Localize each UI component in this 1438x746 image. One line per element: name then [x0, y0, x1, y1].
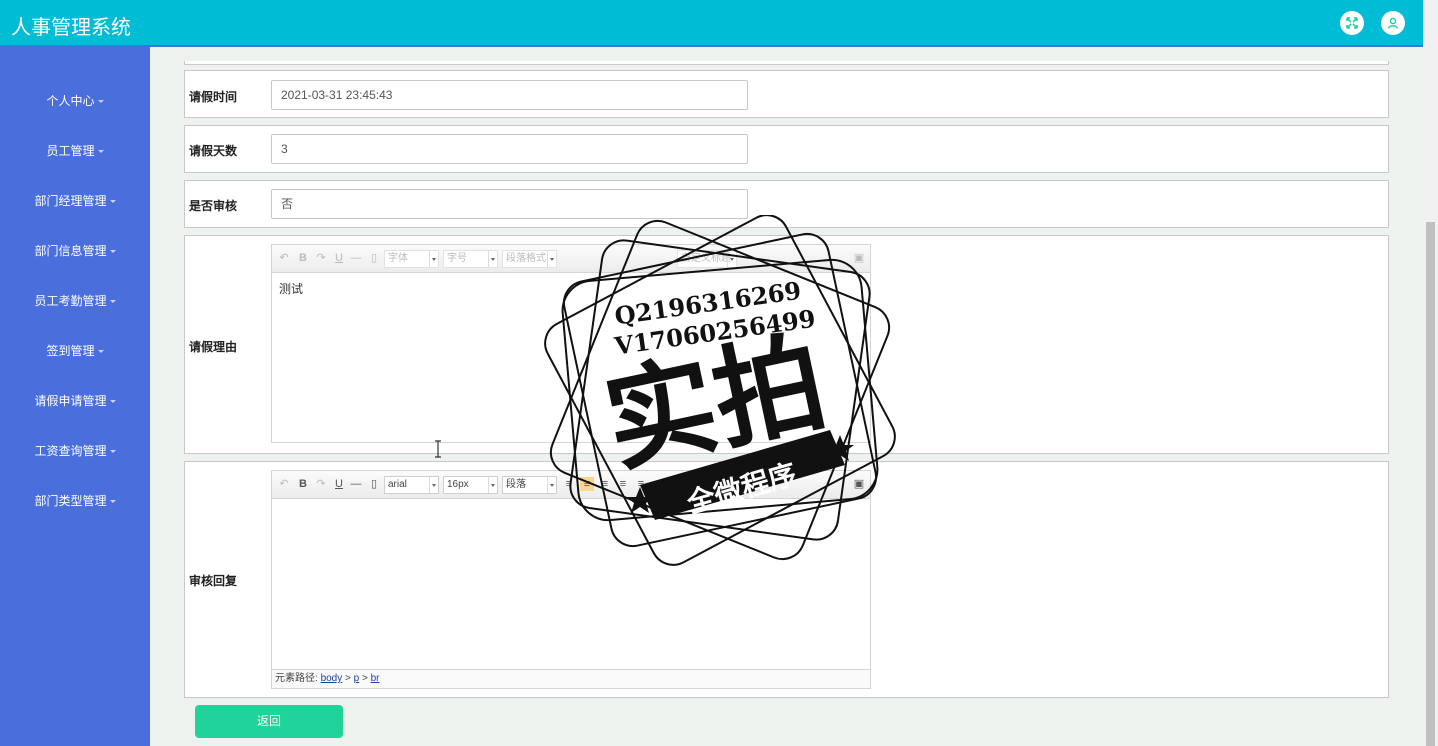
sidebar-item-personal-center[interactable]: 个人中心	[0, 92, 150, 109]
bold-icon[interactable]: B	[296, 251, 310, 265]
editor-toolbar: ↶ B ↷ U — ▯ arial 16px 段落 ≡ ≡ ≡ ≡ ≡ ▣	[272, 471, 870, 499]
sidebar-item-label: 工资查询管理	[34, 444, 107, 458]
sidebar-item-dept-manager[interactable]: 部门经理管理	[0, 192, 150, 209]
custom-title-value: 自定义标题	[681, 253, 731, 264]
reason-content[interactable]: 测试	[272, 273, 870, 304]
fullscreen-icon[interactable]	[1340, 11, 1364, 35]
horizontal-rule-icon[interactable]: —	[349, 251, 363, 265]
paragraph-select-value: 段落	[506, 479, 526, 490]
sidebar-item-leave[interactable]: 请假申请管理	[0, 392, 150, 409]
paragraph-select[interactable]: 段落格式	[502, 250, 557, 268]
user-icon[interactable]	[1381, 11, 1405, 35]
top-header: 人事管理系统	[0, 0, 1423, 47]
form-row-reviewed: 是否审核 否	[184, 180, 1389, 228]
clear-format-icon[interactable]: ▯	[367, 477, 381, 491]
underline-icon[interactable]: U	[332, 477, 346, 491]
sidebar-item-checkin[interactable]: 签到管理	[0, 342, 150, 359]
sidebar-item-label: 部门信息管理	[34, 244, 107, 258]
path-link-p[interactable]: p	[354, 673, 360, 684]
size-select[interactable]: 16px	[443, 476, 498, 494]
sidebar: 个人中心 员工管理 部门经理管理 部门信息管理 员工考勤管理 签到管理 请假申请…	[0, 47, 150, 746]
sidebar-item-attendance[interactable]: 员工考勤管理	[0, 292, 150, 309]
caret-down-icon	[109, 450, 116, 454]
sidebar-item-employee[interactable]: 员工管理	[0, 142, 150, 159]
caret-down-icon	[109, 300, 116, 304]
undo-icon[interactable]: ↶	[277, 251, 291, 265]
reason-editor[interactable]: ↶ B ↷ U — ▯ 字体 字号 段落格式 自定义标题 ▣ 测试	[271, 244, 871, 443]
sidebar-item-dept-info[interactable]: 部门信息管理	[0, 242, 150, 259]
path-link-body[interactable]: body	[321, 673, 343, 684]
editor-toolbar: ↶ B ↷ U — ▯ 字体 字号 段落格式 自定义标题 ▣	[272, 245, 870, 273]
field-label: 请假时间	[189, 90, 238, 104]
preview-icon[interactable]: ▣	[852, 477, 866, 491]
caret-down-icon	[97, 100, 104, 104]
sidebar-item-label: 员工考勤管理	[34, 294, 107, 308]
align-justify-icon[interactable]: ≡	[562, 477, 576, 491]
undo-icon[interactable]: ↶	[277, 477, 291, 491]
text-cursor-icon	[435, 440, 441, 458]
leave-days-field[interactable]: 3	[271, 134, 748, 164]
page-scrollbar[interactable]	[1423, 0, 1438, 746]
caret-down-icon	[109, 400, 116, 404]
paragraph-select[interactable]: 段落	[502, 476, 557, 494]
size-select-value: 16px	[447, 479, 469, 490]
form-row-reply: 审核回复 ↶ B ↷ U — ▯ arial 16px 段落 ≡ ≡ ≡ ≡ ≡…	[184, 461, 1389, 698]
sidebar-item-label: 请假申请管理	[34, 394, 107, 408]
reply-editor[interactable]: ↶ B ↷ U — ▯ arial 16px 段落 ≡ ≡ ≡ ≡ ≡ ▣ 元素…	[271, 470, 871, 689]
reply-content[interactable]	[272, 499, 870, 513]
sidebar-item-salary[interactable]: 工资查询管理	[0, 442, 150, 459]
app-title: 人事管理系统	[11, 15, 131, 39]
main-content: 请假时间 2021-03-31 23:45:43 请假天数 3 是否审核 否 请…	[150, 47, 1423, 746]
size-select-value: 字号	[447, 253, 467, 264]
preview-icon[interactable]: ▣	[852, 251, 866, 265]
caret-down-icon	[109, 250, 116, 254]
path-link-br[interactable]: br	[371, 673, 380, 684]
back-button[interactable]: 返回	[195, 705, 343, 738]
font-select[interactable]: arial	[384, 476, 439, 494]
align-right-icon[interactable]: ≡	[598, 477, 612, 491]
horizontal-rule-icon[interactable]: —	[349, 477, 363, 491]
sidebar-item-label: 部门类型管理	[34, 494, 107, 508]
form-row-reason: 请假理由 ↶ B ↷ U — ▯ 字体 字号 段落格式 自定义标题 ▣ 测试	[184, 235, 1389, 454]
reviewed-field[interactable]: 否	[271, 189, 748, 219]
form-row-leave-days: 请假天数 3	[184, 125, 1389, 173]
underline-icon[interactable]: U	[332, 251, 346, 265]
size-select[interactable]: 字号	[443, 250, 498, 268]
font-select-value: 字体	[388, 253, 408, 264]
sidebar-item-label: 签到管理	[46, 344, 95, 358]
path-label: 元素路径:	[275, 673, 318, 684]
clear-format-icon[interactable]: ▯	[367, 251, 381, 265]
font-select[interactable]: 字体	[384, 250, 439, 268]
form-row-leave-time: 请假时间 2021-03-31 23:45:43	[184, 70, 1389, 118]
caret-down-icon	[97, 150, 104, 154]
field-label: 请假理由	[189, 340, 238, 354]
caret-down-icon	[97, 350, 104, 354]
field-label: 请假天数	[189, 144, 238, 158]
element-path-bar: 元素路径: body > p > br	[272, 669, 870, 688]
previous-row-edge	[184, 61, 1389, 65]
scrollbar-thumb[interactable]	[1426, 222, 1435, 746]
field-label: 是否审核	[189, 199, 238, 213]
align-full-icon[interactable]: ≡	[634, 477, 648, 491]
sidebar-item-label: 员工管理	[46, 144, 95, 158]
field-label: 审核回复	[189, 574, 238, 588]
leave-time-field[interactable]: 2021-03-31 23:45:43	[271, 80, 748, 110]
custom-title-select[interactable]: 自定义标题	[677, 250, 737, 268]
caret-down-icon	[109, 500, 116, 504]
bold-icon[interactable]: B	[296, 477, 310, 491]
redo-icon[interactable]: ↷	[314, 477, 328, 491]
caret-down-icon	[109, 200, 116, 204]
align-left-icon[interactable]: ≡	[580, 477, 594, 491]
font-select-value: arial	[388, 479, 407, 490]
redo-icon[interactable]: ↷	[314, 251, 328, 265]
sidebar-item-label: 部门经理管理	[34, 194, 107, 208]
sidebar-item-dept-type[interactable]: 部门类型管理	[0, 492, 150, 509]
paragraph-select-value: 段落格式	[506, 253, 546, 264]
align-center-icon[interactable]: ≡	[616, 477, 630, 491]
sidebar-item-label: 个人中心	[46, 94, 95, 108]
